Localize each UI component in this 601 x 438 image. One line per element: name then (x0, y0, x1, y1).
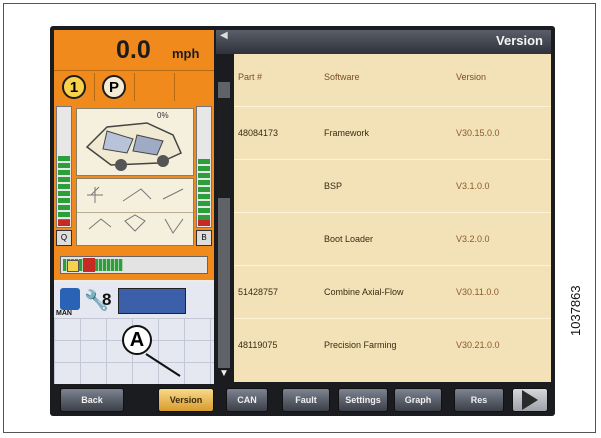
callout-a: A (122, 325, 152, 355)
figure-frame: 0.0 mph 1 P 0% Q B MAN 🔧 8 ◀ Version ▼ P… (3, 3, 596, 433)
callout-leader (145, 353, 181, 377)
figure-id: 1037863 (568, 285, 583, 336)
